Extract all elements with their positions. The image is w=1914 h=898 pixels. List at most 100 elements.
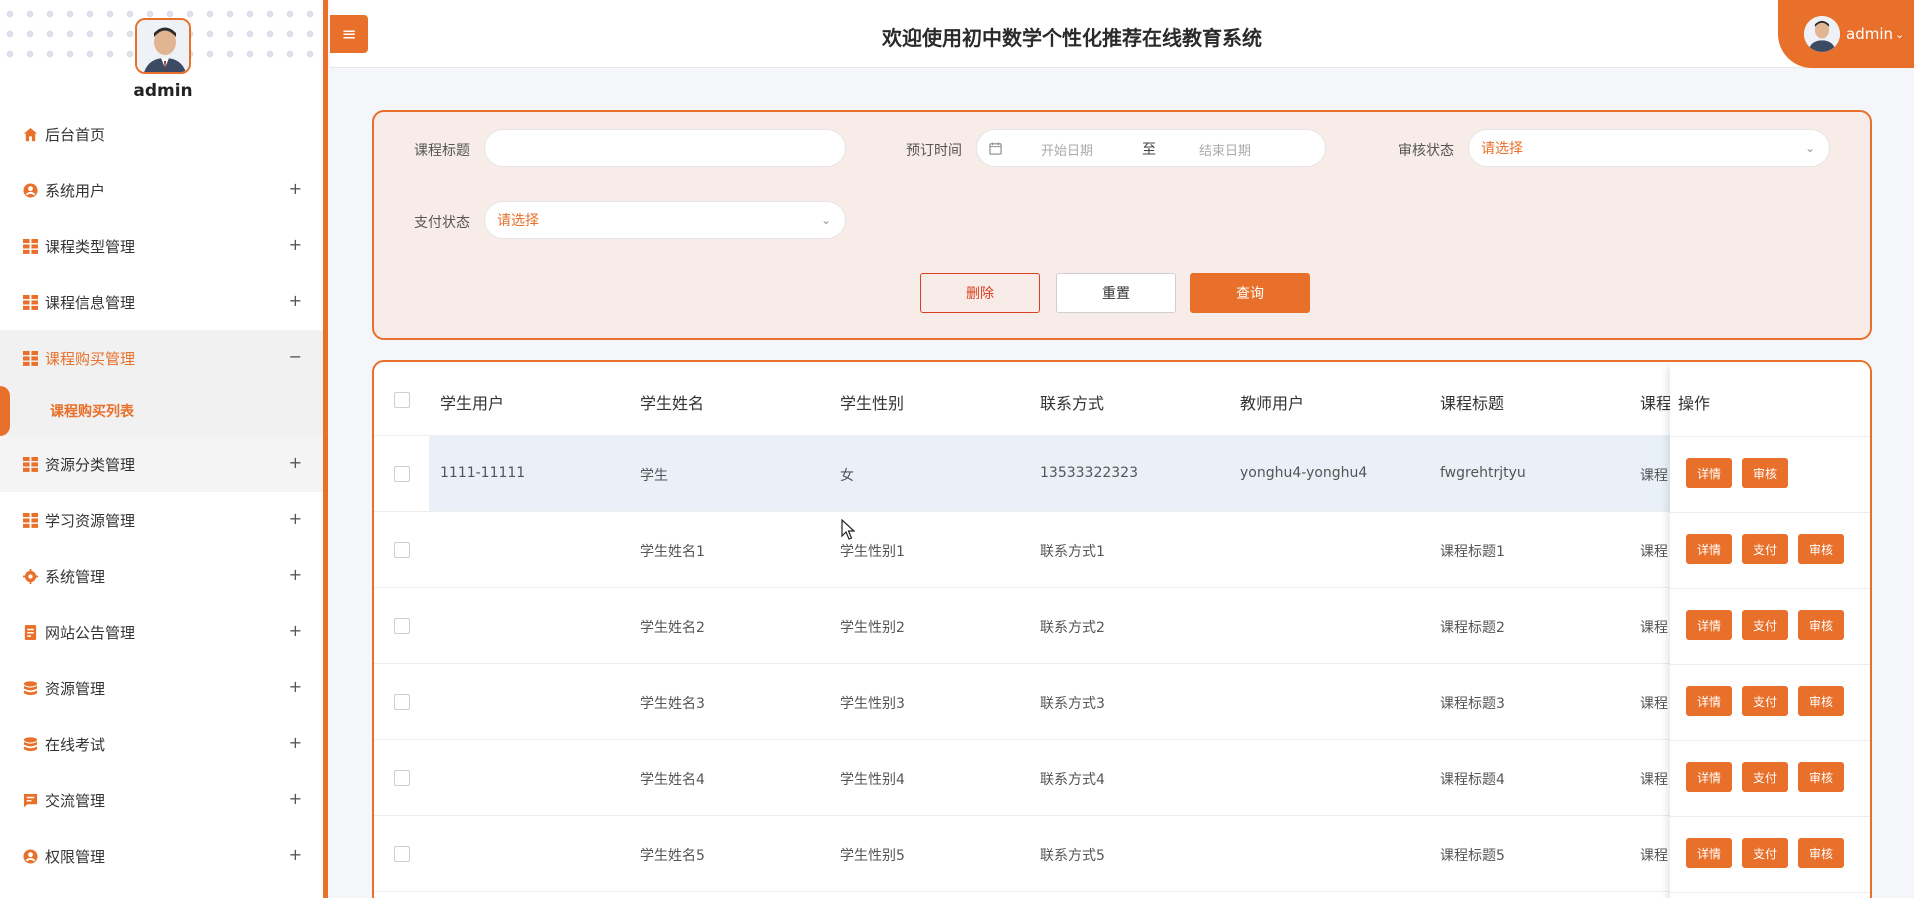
detail-button[interactable]: 详情 — [1686, 838, 1732, 868]
cell-course-title: fwgrehtrjtyu — [1440, 465, 1526, 481]
cell-student-gender: 学生性别5 — [840, 848, 905, 864]
document-icon — [22, 624, 38, 640]
cell-contact: 联系方式2 — [1040, 620, 1105, 636]
grid-icon — [22, 294, 38, 310]
column-header: 学生姓名 — [640, 394, 705, 413]
expand-plus-icon[interactable]: + — [289, 179, 302, 198]
sidebar-item-label: 系统管理 — [45, 567, 106, 586]
start-date-input[interactable]: 开始日期 — [1041, 140, 1093, 159]
detail-button[interactable]: 详情 — [1686, 686, 1732, 716]
sidebar-item-course-purchase[interactable]: 课程购买管理 − — [0, 330, 323, 386]
cell-course-title: 课程标题3 — [1440, 696, 1505, 712]
sidebar-item-site-announcements[interactable]: 网站公告管理 + — [0, 604, 323, 660]
user-circle-icon — [22, 182, 38, 198]
sidebar-item-online-exam[interactable]: 在线考试 + — [0, 716, 323, 772]
table-row[interactable]: 1111-11111 学生 女 13533322323 yonghu4-yong… — [374, 436, 1870, 512]
review-status-label: 审核状态 — [1398, 143, 1454, 159]
expand-plus-icon[interactable]: + — [289, 789, 302, 808]
cell-student-name: 学生姓名1 — [640, 544, 705, 560]
table-row[interactable]: 学生姓名4 学生性别4 联系方式4 课程标题4 课程 — [374, 740, 1870, 816]
review-button[interactable]: 审核 — [1798, 610, 1844, 640]
review-button[interactable]: 审核 — [1798, 534, 1844, 564]
column-header: 教师用户 — [1240, 394, 1305, 413]
course-title-input[interactable] — [484, 129, 846, 167]
sidebar-subitem-purchase-list[interactable]: 课程购买列表 — [0, 386, 323, 436]
column-header: 学生用户 — [440, 394, 505, 413]
pay-status-select[interactable]: 请选择 ⌄ — [484, 201, 846, 239]
sidebar-item-label: 后台首页 — [45, 125, 106, 144]
pay-button[interactable]: 支付 — [1742, 610, 1788, 640]
sidebar-item-course-info[interactable]: 课程信息管理 + — [0, 274, 323, 330]
sidebar-item-resource-management[interactable]: 资源管理 + — [0, 660, 323, 716]
search-panel: 课程标题 预订时间 开始日期 至 结束日期 审核状态 请选择 ⌄ 支付状态 请选… — [372, 110, 1872, 340]
row-checkbox[interactable] — [394, 694, 410, 710]
row-checkbox[interactable] — [394, 466, 410, 482]
review-status-select[interactable]: 请选择 ⌄ — [1468, 129, 1830, 167]
grid-icon — [22, 512, 38, 528]
sidebar-item-label: 资源分类管理 — [45, 455, 136, 474]
expand-plus-icon[interactable]: + — [289, 621, 302, 640]
expand-plus-icon[interactable]: + — [289, 453, 302, 472]
pay-button[interactable]: 支付 — [1742, 686, 1788, 716]
detail-button[interactable]: 详情 — [1686, 762, 1732, 792]
row-checkbox[interactable] — [394, 846, 410, 862]
table-row[interactable]: 学生姓名5 学生性别5 联系方式5 课程标题5 课程 — [374, 816, 1870, 892]
review-button[interactable]: 审核 — [1798, 686, 1844, 716]
cell-course-extra: 课程 — [1640, 772, 1668, 788]
review-button[interactable]: 审核 — [1742, 458, 1788, 488]
table-row[interactable]: 学生姓名2 学生性别2 联系方式2 课程标题2 课程 — [374, 588, 1870, 664]
reset-button[interactable]: 重置 — [1056, 273, 1176, 313]
sidebar-item-dashboard[interactable]: 后台首页 — [0, 106, 323, 162]
row-checkbox[interactable] — [394, 618, 410, 634]
expand-plus-icon[interactable]: + — [289, 733, 302, 752]
active-marker — [0, 386, 10, 436]
row-checkbox[interactable] — [394, 770, 410, 786]
purchase-table: 学生用户 学生姓名 学生性别 联系方式 教师用户 课程标题 课程 1111-11… — [372, 360, 1872, 898]
expand-plus-icon[interactable]: + — [289, 509, 302, 528]
grid-icon — [22, 238, 38, 254]
chevron-down-icon: ⌄ — [1804, 141, 1815, 155]
expand-plus-icon[interactable]: + — [289, 845, 302, 864]
collapse-minus-icon[interactable]: − — [289, 347, 302, 366]
table-row[interactable]: 学生姓名3 学生性别3 联系方式3 课程标题3 课程 — [374, 664, 1870, 740]
table-row[interactable]: 学生姓名1 学生性别1 联系方式1 课程标题1 课程 — [374, 512, 1870, 588]
delete-button[interactable]: 删除 — [920, 273, 1040, 313]
user-menu-button[interactable]: admin ⌄ — [1778, 0, 1914, 68]
end-date-input[interactable]: 结束日期 — [1199, 140, 1251, 159]
sidebar-item-system-management[interactable]: 系统管理 + — [0, 548, 323, 604]
avatar — [135, 18, 191, 74]
cell-course-extra: 课程 — [1640, 696, 1668, 712]
cell-course-extra: 课程 — [1640, 620, 1668, 636]
pay-button[interactable]: 支付 — [1742, 838, 1788, 868]
booking-time-label: 预订时间 — [906, 143, 962, 159]
calendar-icon — [989, 142, 1002, 159]
sidebar-item-label: 交流管理 — [45, 791, 106, 810]
gear-icon — [22, 568, 38, 584]
sidebar-item-learning-resources[interactable]: 学习资源管理 + — [0, 492, 323, 548]
pay-status-label: 支付状态 — [414, 215, 470, 231]
expand-plus-icon[interactable]: + — [289, 291, 302, 310]
sidebar-item-system-users[interactable]: 系统用户 + — [0, 162, 323, 218]
select-all-checkbox[interactable] — [394, 392, 410, 408]
detail-button[interactable]: 详情 — [1686, 610, 1732, 640]
pay-button[interactable]: 支付 — [1742, 762, 1788, 792]
expand-plus-icon[interactable]: + — [289, 235, 302, 254]
row-checkbox[interactable] — [394, 542, 410, 558]
query-button[interactable]: 查询 — [1190, 273, 1310, 313]
review-button[interactable]: 审核 — [1798, 838, 1844, 868]
detail-button[interactable]: 详情 — [1686, 534, 1732, 564]
cell-contact: 联系方式3 — [1040, 696, 1105, 712]
sidebar-item-communication[interactable]: 交流管理 + — [0, 772, 323, 828]
detail-button[interactable]: 详情 — [1686, 458, 1732, 488]
cell-contact: 联系方式5 — [1040, 848, 1105, 864]
expand-plus-icon[interactable]: + — [289, 565, 302, 584]
sidebar: admin 后台首页 系统用户 + 课程类型管理 + 课程信息管理 + 课程购买… — [0, 0, 328, 898]
sidebar-item-resource-categories[interactable]: 资源分类管理 + — [0, 436, 323, 492]
sidebar-item-permissions[interactable]: 权限管理 + — [0, 828, 323, 884]
sidebar-item-course-types[interactable]: 课程类型管理 + — [0, 218, 323, 274]
pay-button[interactable]: 支付 — [1742, 534, 1788, 564]
expand-plus-icon[interactable]: + — [289, 677, 302, 696]
review-button[interactable]: 审核 — [1798, 762, 1844, 792]
cell-course-extra: 课程 — [1640, 848, 1668, 864]
booking-date-range[interactable]: 开始日期 至 结束日期 — [976, 129, 1326, 167]
